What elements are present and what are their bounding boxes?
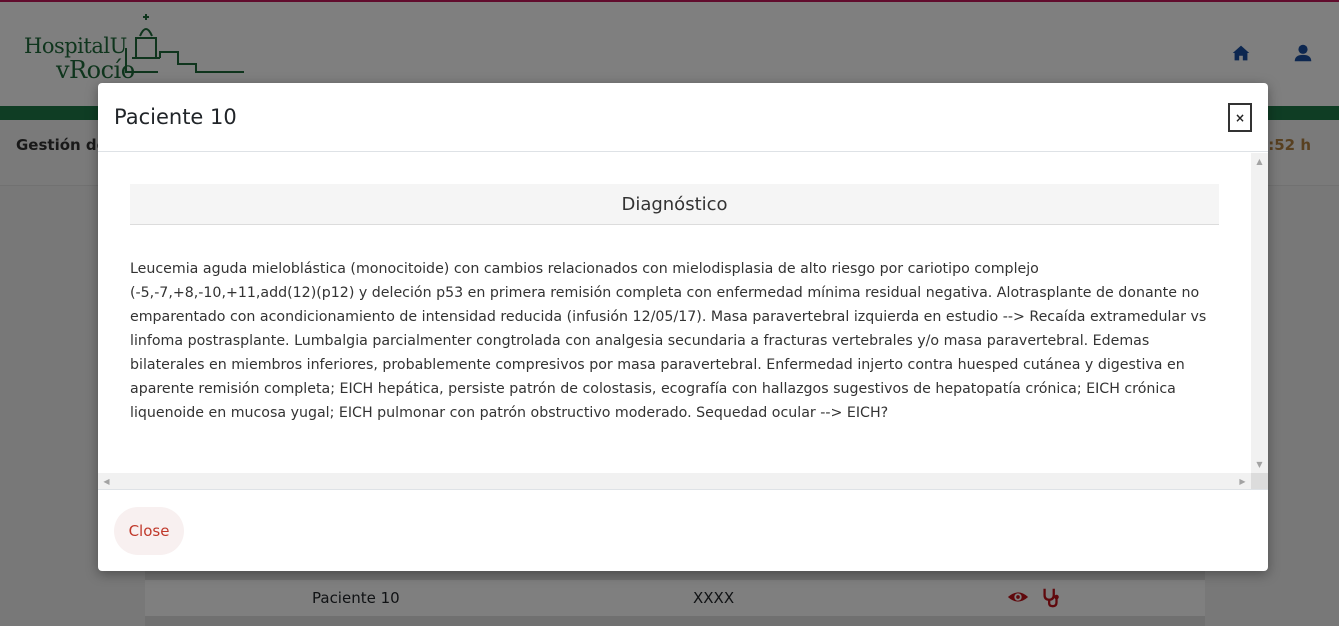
close-button[interactable]: Close xyxy=(114,507,184,555)
modal-title: Paciente 10 xyxy=(114,105,237,129)
scroll-down-arrow-icon[interactable]: ▼ xyxy=(1251,456,1268,473)
scrollbar-corner xyxy=(1251,473,1268,489)
vertical-scrollbar[interactable]: ▲ ▼ xyxy=(1251,153,1268,473)
patient-modal: Paciente 10 × Diagnóstico Leucemia aguda… xyxy=(98,83,1268,571)
modal-body[interactable]: Diagnóstico Leucemia aguda mieloblástica… xyxy=(98,153,1268,490)
modal-body-content: Diagnóstico Leucemia aguda mieloblástica… xyxy=(98,153,1251,473)
close-x-button[interactable]: × xyxy=(1228,103,1252,132)
modal-header: Paciente 10 × xyxy=(98,83,1268,152)
horizontal-scrollbar[interactable]: ◀ ▶ xyxy=(98,473,1251,489)
scroll-left-arrow-icon[interactable]: ◀ xyxy=(98,473,115,489)
diagnosis-heading: Diagnóstico xyxy=(130,184,1219,225)
modal-footer: Close xyxy=(98,491,1268,571)
scroll-right-arrow-icon[interactable]: ▶ xyxy=(1234,473,1251,489)
scroll-up-arrow-icon[interactable]: ▲ xyxy=(1251,153,1268,170)
diagnosis-text: Leucemia aguda mieloblástica (monocitoid… xyxy=(130,261,1207,421)
